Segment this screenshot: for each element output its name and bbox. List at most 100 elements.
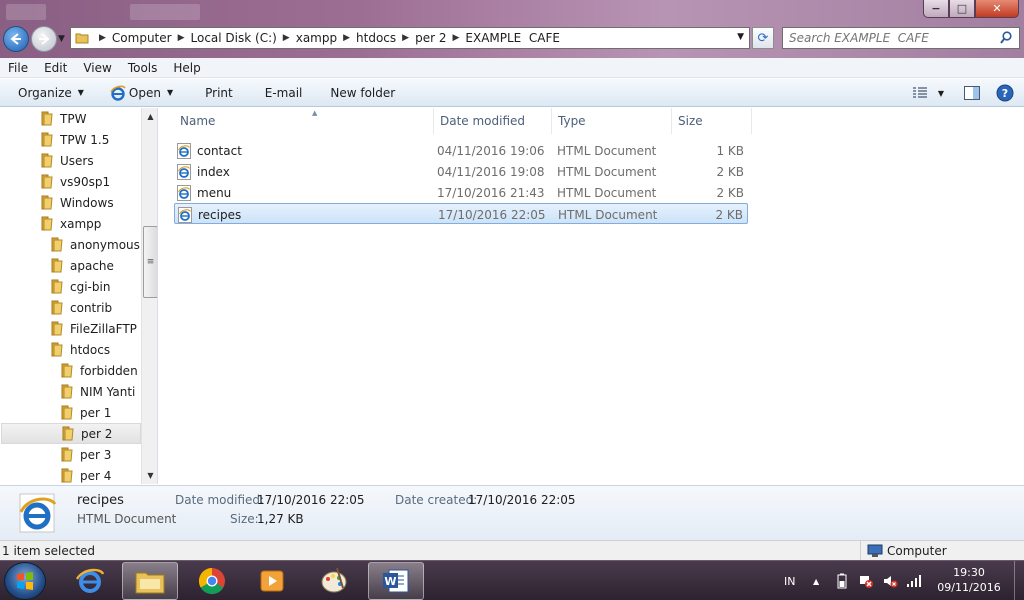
open-label: Open xyxy=(128,85,161,100)
tree-item[interactable]: vs90sp1 xyxy=(40,171,110,192)
details-created-value: 17/10/2016 22:05 xyxy=(468,493,576,507)
taskbar-media-player[interactable] xyxy=(244,562,300,600)
taskbar-windows-explorer[interactable] xyxy=(122,562,178,600)
tree-item-label: xampp xyxy=(60,216,102,231)
file-row[interactable]: recipes 17/10/2016 22:05 HTML Document 2 KB xyxy=(174,203,748,224)
folder-icon xyxy=(41,111,53,126)
taskbar-paint[interactable] xyxy=(306,562,362,600)
recent-pages-dropdown[interactable]: ▼ xyxy=(58,34,65,44)
menu-tools[interactable]: Tools xyxy=(120,61,166,75)
volume-muted-icon[interactable] xyxy=(882,573,898,589)
chevron-right-icon[interactable]: ▶ xyxy=(402,33,409,43)
breadcrumb-local-disk[interactable]: Local Disk (C:) xyxy=(191,31,277,45)
show-hidden-icons-arrow-icon[interactable]: ▲ xyxy=(813,561,819,600)
tree-item[interactable]: per 1 xyxy=(60,402,111,423)
tree-item[interactable]: Users xyxy=(40,150,94,171)
battery-icon[interactable] xyxy=(836,573,848,589)
new-folder-button[interactable]: New folder xyxy=(320,81,405,105)
tree-item-label: contrib xyxy=(70,300,113,315)
search-icon[interactable] xyxy=(1000,31,1012,45)
tree-item[interactable]: anonymous xyxy=(50,234,140,255)
breadcrumb-example-cafe[interactable]: EXAMPLE CAFE xyxy=(465,31,560,45)
folder-icon xyxy=(51,258,63,273)
tree-item[interactable]: Windows xyxy=(40,192,114,213)
sort-ascending-icon: ▲ xyxy=(312,109,318,117)
tree-item[interactable]: contrib xyxy=(50,297,112,318)
menu-view[interactable]: View xyxy=(75,61,119,75)
tree-item[interactable]: cgi-bin xyxy=(50,276,110,297)
tree-item[interactable]: FileZillaFTP xyxy=(50,318,137,339)
organize-button[interactable]: Organize ▼ xyxy=(0,81,94,105)
breadcrumb-computer[interactable]: Computer xyxy=(112,31,172,45)
open-button[interactable]: Open ▼ xyxy=(100,81,183,105)
chevron-down-icon[interactable]: ▼ xyxy=(167,88,173,97)
search-input[interactable] xyxy=(782,27,1020,49)
breadcrumb-per-2[interactable]: per 2 xyxy=(415,31,446,45)
show-desktop-button[interactable] xyxy=(1014,561,1024,600)
internet-explorer-icon xyxy=(177,142,191,159)
folder-icon xyxy=(61,363,73,378)
refresh-button[interactable]: ⟳ xyxy=(752,27,774,49)
menu-help[interactable]: Help xyxy=(165,61,208,75)
file-row[interactable]: index 04/11/2016 19:08 HTML Document 2 KB xyxy=(174,161,748,182)
taskbar-chrome[interactable] xyxy=(184,562,240,600)
column-header-date[interactable]: Date modified xyxy=(434,108,552,134)
file-row[interactable]: menu 17/10/2016 21:43 HTML Document 2 KB xyxy=(174,182,748,203)
scroll-down-arrow-icon[interactable]: ▼ xyxy=(142,467,157,484)
address-bar[interactable]: ▶ Computer ▶ Local Disk (C:) ▶ xampp ▶ h… xyxy=(70,27,750,49)
signal-strength-icon[interactable] xyxy=(906,574,922,588)
system-clock[interactable]: 19:30 09/11/2016 xyxy=(930,565,1008,595)
chevron-right-icon[interactable]: ▶ xyxy=(178,33,185,43)
help-button[interactable]: ? xyxy=(988,81,1024,105)
breadcrumb-xampp[interactable]: xampp xyxy=(296,31,337,45)
tree-item[interactable]: TPW xyxy=(40,108,86,129)
chevron-right-icon[interactable]: ▶ xyxy=(452,33,459,43)
chevron-down-icon: ▼ xyxy=(77,88,84,97)
column-header-name[interactable]: Name ▲ xyxy=(174,108,434,134)
tree-item[interactable]: per 2 xyxy=(1,423,141,444)
close-button[interactable]: ✕ xyxy=(975,0,1019,18)
email-button[interactable]: E-mail xyxy=(255,81,313,105)
taskbar: W IN ▲ 19:30 09/11/2016 xyxy=(0,560,1024,600)
media-player-icon xyxy=(260,570,284,592)
scroll-up-arrow-icon[interactable]: ▲ xyxy=(142,108,157,125)
menu-edit[interactable]: Edit xyxy=(36,61,75,75)
folder-icon xyxy=(41,216,53,231)
maximize-button[interactable]: □ xyxy=(949,0,975,18)
address-history-dropdown[interactable]: ▼ xyxy=(737,32,744,42)
details-modified-label: Date modified: xyxy=(175,493,265,507)
navigation-scrollbar[interactable]: ▲ ≡ ▼ xyxy=(141,108,157,484)
tree-item[interactable]: htdocs xyxy=(50,339,110,360)
windows-logo-icon xyxy=(17,572,33,590)
details-pane: recipes HTML Document Date modified: 17/… xyxy=(0,485,1024,540)
view-options-button[interactable]: ▼ xyxy=(908,81,948,105)
tree-item[interactable]: NIM Yanti xyxy=(60,381,135,402)
column-header-size[interactable]: Size xyxy=(672,108,752,134)
preview-pane-button[interactable] xyxy=(948,81,988,105)
taskbar-word[interactable]: W xyxy=(368,562,424,600)
internet-explorer-icon xyxy=(19,493,57,533)
column-header-type[interactable]: Type xyxy=(552,108,672,134)
tree-item[interactable]: apache xyxy=(50,255,114,276)
file-name-cell: recipes xyxy=(178,204,241,225)
back-button[interactable] xyxy=(3,26,29,52)
language-indicator[interactable]: IN xyxy=(784,561,795,600)
tree-item[interactable]: TPW 1.5 xyxy=(40,129,109,150)
tree-item[interactable]: per 3 xyxy=(60,444,111,465)
breadcrumb-htdocs[interactable]: htdocs xyxy=(356,31,396,45)
file-row[interactable]: contact 04/11/2016 19:06 HTML Document 1 KB xyxy=(174,140,748,161)
print-button[interactable]: Print xyxy=(195,81,243,105)
taskbar-internet-explorer[interactable] xyxy=(62,562,118,600)
tree-item[interactable]: forbidden xyxy=(60,360,138,381)
tree-item[interactable]: xampp xyxy=(40,213,101,234)
minimize-button[interactable]: − xyxy=(923,0,949,18)
tree-item[interactable]: per 4 xyxy=(60,465,111,484)
menu-file[interactable]: File xyxy=(0,61,36,75)
network-disabled-icon[interactable] xyxy=(858,573,874,589)
scrollbar-thumb[interactable]: ≡ xyxy=(143,226,157,298)
start-button[interactable] xyxy=(4,562,46,600)
chevron-right-icon[interactable]: ▶ xyxy=(99,33,106,43)
chevron-right-icon[interactable]: ▶ xyxy=(283,33,290,43)
chevron-right-icon[interactable]: ▶ xyxy=(343,33,350,43)
forward-button[interactable] xyxy=(31,26,57,52)
